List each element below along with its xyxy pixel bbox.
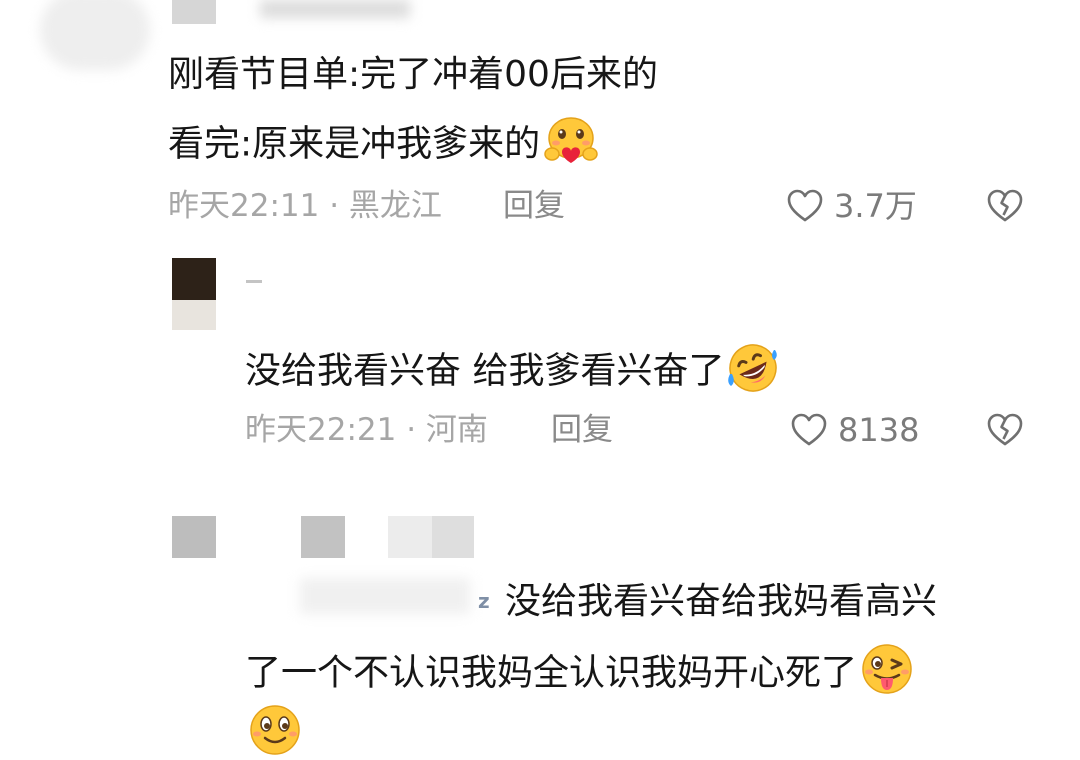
comment-3-line-2: 了一个不认识我妈全认识我妈开心死了 — [245, 642, 917, 707]
username-blurred[interactable] — [172, 0, 216, 24]
comment-3-line-2-text: 了一个不认识我妈全认识我妈开心死了 — [245, 652, 858, 694]
username-blurred — [300, 578, 470, 614]
comment-1-like-button[interactable]: 3.7万 — [786, 186, 917, 226]
heart-outline-icon — [786, 188, 824, 224]
avatar-mosaic[interactable] — [172, 516, 216, 558]
comment-1-like-count: 3.7万 — [834, 187, 917, 225]
comment-1-dislike-button[interactable] — [986, 188, 1024, 228]
avatar-blurred[interactable] — [40, 0, 150, 70]
username-blurred-tail — [260, 0, 410, 18]
comment-1-line-1: 刚看节目单:完了冲着00后来的 — [168, 54, 658, 95]
avatar[interactable] — [172, 258, 216, 330]
comment-3-line-1: 没给我看兴奋给我妈看高兴 — [505, 581, 938, 622]
winking-tongue-face-emoji-icon — [857, 642, 917, 707]
username-mosaic-3 — [432, 516, 474, 558]
comment-3-mark: z — [478, 589, 490, 613]
comment-2-like-count: 8138 — [838, 411, 920, 449]
meta-separator: · — [396, 412, 426, 448]
meta-separator: · — [319, 188, 349, 224]
broken-heart-icon — [986, 412, 1024, 448]
username-mosaic-2 — [388, 516, 432, 558]
comment-2-dislike-button[interactable] — [986, 412, 1024, 452]
comment-2-meta: 昨天22:21 · 河南 — [245, 412, 488, 448]
comment-2-reply-button[interactable]: 回复 — [551, 412, 613, 448]
username-blurred[interactable] — [246, 280, 262, 283]
comment-2-line-1-text: 没给我看兴奋 给我爹看兴奋了 — [245, 350, 725, 392]
comment-2-time: 昨天22:21 — [245, 412, 397, 448]
comment-1-location: 黑龙江 — [348, 188, 442, 224]
comment-1-line-2: 看完:原来是冲我爹来的 — [168, 116, 598, 175]
username-mosaic-1[interactable] — [301, 516, 345, 558]
broken-heart-icon — [986, 188, 1024, 224]
rolling-on-floor-laughing-emoji-icon — [724, 340, 782, 405]
comment-2-like-button[interactable]: 8138 — [790, 410, 919, 450]
smiling-face-emoji-icon — [245, 700, 305, 760]
comment-2-line-1: 没给我看兴奋 给我爹看兴奋了 — [245, 340, 782, 405]
comment-1-time: 昨天22:11 — [168, 188, 320, 224]
comment-1-line-2-text: 看完:原来是冲我爹来的 — [168, 123, 541, 165]
comment-2-location: 河南 — [425, 412, 488, 448]
comment-1-reply-button[interactable]: 回复 — [503, 188, 565, 224]
hugging-face-emoji-icon — [540, 116, 598, 175]
comment-3-line-3 — [245, 700, 305, 760]
heart-outline-icon — [790, 412, 828, 448]
comment-1-meta: 昨天22:11 · 黑龙江 — [168, 188, 442, 224]
